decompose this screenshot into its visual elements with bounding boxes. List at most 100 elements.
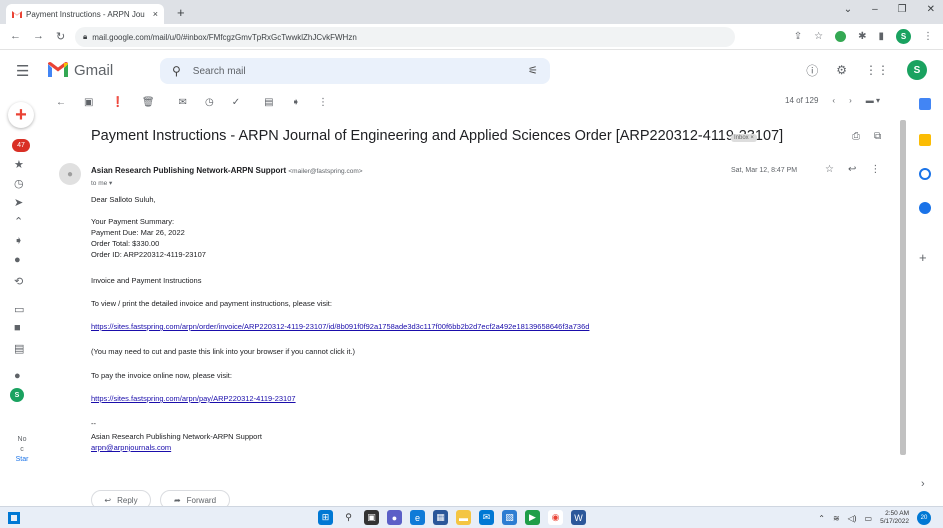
word-icon[interactable]: W — [571, 510, 586, 525]
inbox-label-chip[interactable]: Inbox × — [731, 134, 757, 142]
notification-badge[interactable]: 20 — [917, 511, 931, 525]
pay-link[interactable]: https://sites.fastspring.com/arpn/pay/AR… — [91, 394, 296, 405]
address-bar[interactable]: 🔒︎ mail.google.com/mail/u/0/#inbox/FMfcg… — [75, 27, 735, 47]
reply-arrow-icon: ↩ — [104, 495, 112, 505]
support-icon[interactable]: ⓘ — [806, 62, 818, 79]
clock-date: 5/17/2022 — [880, 518, 909, 525]
sidebar-icon[interactable]: ▮ — [878, 31, 884, 42]
back-arrow-icon[interactable]: ← — [10, 30, 21, 43]
keep-icon[interactable] — [919, 134, 931, 146]
starred-icon[interactable]: ★ — [14, 158, 24, 171]
start-chat-link[interactable]: Star — [6, 455, 38, 465]
meet-new-icon[interactable]: ▭ — [14, 303, 24, 316]
delete-icon[interactable]: 🗑︎ — [142, 97, 155, 108]
meet-keyboard-icon[interactable]: ▤ — [14, 342, 24, 355]
input-tools-icon[interactable]: ▬ ▾ — [866, 96, 880, 105]
edge-icon[interactable]: e — [410, 510, 425, 525]
tab-search-icon[interactable]: ⌄ — [844, 4, 852, 15]
scheduled-icon[interactable]: ⟲ — [14, 275, 23, 288]
more-actions-icon[interactable]: ⋮ — [318, 97, 328, 108]
search-icon[interactable]: ⚲ — [172, 64, 181, 78]
photos-icon[interactable]: ▧ — [502, 510, 517, 525]
tasks-icon[interactable] — [919, 168, 931, 180]
older-chevron-icon[interactable]: › — [849, 96, 852, 105]
recipient-details[interactable]: to me ▾ — [91, 179, 112, 187]
mail-taskbar-icon[interactable]: ✉ — [479, 510, 494, 525]
restore-button[interactable]: ❐ — [898, 4, 907, 15]
new-tab-button[interactable]: + — [177, 5, 185, 20]
chrome-icon[interactable]: ◉ — [548, 510, 563, 525]
forward-arrow-icon[interactable]: → — [33, 30, 44, 43]
search-input[interactable]: Search mail — [193, 66, 246, 77]
back-to-inbox-icon[interactable]: ← — [56, 97, 66, 108]
add-task-icon[interactable]: ✓ — [232, 97, 240, 108]
archive-icon[interactable]: ▣ — [84, 97, 93, 108]
sender-name: Asian Research Publishing Network-ARPN S… — [91, 166, 287, 175]
tab-close-icon[interactable]: × — [153, 9, 158, 19]
labels-icon[interactable]: ➧ — [292, 97, 300, 108]
search-taskbar-icon[interactable]: ⚲ — [341, 510, 356, 525]
important-icon[interactable]: ➧ — [14, 234, 23, 247]
file-explorer-icon[interactable]: ▬ — [456, 510, 471, 525]
chat-user-avatar[interactable]: S — [10, 388, 24, 402]
meet-video-icon[interactable]: ■ — [14, 322, 21, 334]
gmail-logo-icon[interactable] — [48, 62, 68, 77]
sender-avatar[interactable]: ● — [59, 163, 81, 185]
move-to-icon[interactable]: ▤ — [264, 97, 273, 108]
unread-badge: 47 — [12, 139, 30, 152]
browser-menu-icon[interactable]: ⋮ — [923, 31, 933, 42]
windows-taskbar: ⊞ ⚲ ▣ ● e ▦ ▬ ✉ ▧ ▶ ◉ W ⌃ ≋ ◁) ▭ 2:50 AM… — [0, 506, 943, 528]
snoozed-icon[interactable]: ◷ — [14, 177, 24, 190]
compose-button[interactable]: + — [8, 102, 34, 128]
order-total: Order Total: $330.00 — [91, 239, 160, 248]
extensions-puzzle-icon[interactable]: ✱ — [858, 31, 866, 42]
email-subject: Payment Instructions - ARPN Journal of E… — [91, 128, 784, 144]
search-options-icon[interactable]: ⚟ — [528, 64, 538, 77]
tray-overflow-icon[interactable]: ⌃ — [818, 514, 825, 523]
hide-panel-chevron-icon[interactable]: › — [921, 478, 925, 490]
newer-chevron-icon[interactable]: ‹ — [832, 96, 835, 105]
star-icon[interactable]: ☆ — [825, 164, 834, 175]
settings-gear-icon[interactable]: ⚙ — [836, 63, 847, 77]
chat-taskbar-icon[interactable]: ● — [387, 510, 402, 525]
snooze-icon[interactable]: ◷ — [205, 97, 214, 108]
task-view-icon[interactable]: ▣ — [364, 510, 379, 525]
mark-unread-icon[interactable]: ✉ — [179, 97, 187, 108]
volume-icon[interactable]: ◁) — [848, 514, 857, 523]
profile-avatar[interactable]: S — [896, 29, 911, 44]
open-new-window-icon[interactable]: ⧉ — [874, 131, 881, 142]
get-addons-icon[interactable]: + — [919, 250, 927, 265]
close-window-button[interactable]: ✕ — [927, 4, 935, 15]
battery-icon[interactable]: ▭ — [865, 514, 873, 523]
terminal-icon[interactable]: ▶ — [525, 510, 540, 525]
reload-icon[interactable]: ↻ — [56, 30, 65, 43]
chat-icon[interactable]: ● — [14, 370, 21, 382]
calendar-icon[interactable] — [919, 98, 931, 110]
contacts-icon[interactable] — [919, 202, 931, 214]
report-spam-icon[interactable]: ❗ — [111, 97, 123, 108]
more-chevron-icon[interactable]: ⌃ — [14, 215, 23, 228]
search-bar[interactable]: ⚲ Search mail ⚟ — [160, 58, 550, 84]
store-icon[interactable]: ▦ — [433, 510, 448, 525]
bookmark-star-icon[interactable]: ☆ — [814, 31, 823, 42]
main-menu-icon[interactable]: ☰ — [16, 62, 29, 80]
invoice-link[interactable]: https://sites.fastspring.com/arpn/order/… — [91, 322, 589, 333]
message-more-icon[interactable]: ⋮ — [870, 164, 880, 175]
message-scrollbar[interactable] — [900, 120, 906, 455]
print-icon[interactable]: ⎙ — [852, 131, 860, 142]
minimize-button[interactable]: – — [872, 4, 878, 15]
share-icon[interactable]: ⇪ — [794, 31, 802, 42]
signature-email[interactable]: arpn@arpnjournals.com — [91, 443, 171, 454]
account-avatar[interactable]: S — [907, 60, 927, 80]
apps-grid-icon[interactable]: ⋮⋮ — [865, 63, 889, 77]
windows-start-icon[interactable] — [8, 512, 20, 524]
browser-tab[interactable]: Payment Instructions - ARPN Jou × — [6, 4, 164, 24]
chats-icon[interactable]: ● — [14, 254, 21, 266]
windows-logo-icon[interactable]: ⊞ — [318, 510, 333, 525]
extension-icon[interactable] — [835, 31, 847, 42]
gmail-favicon-icon — [12, 10, 22, 18]
sent-icon[interactable]: ➤ — [14, 196, 23, 209]
wifi-icon[interactable]: ≋ — [833, 514, 840, 523]
taskbar-clock[interactable]: 2:50 AM 5/17/2022 — [880, 510, 909, 526]
reply-icon[interactable]: ↩ — [848, 164, 856, 175]
